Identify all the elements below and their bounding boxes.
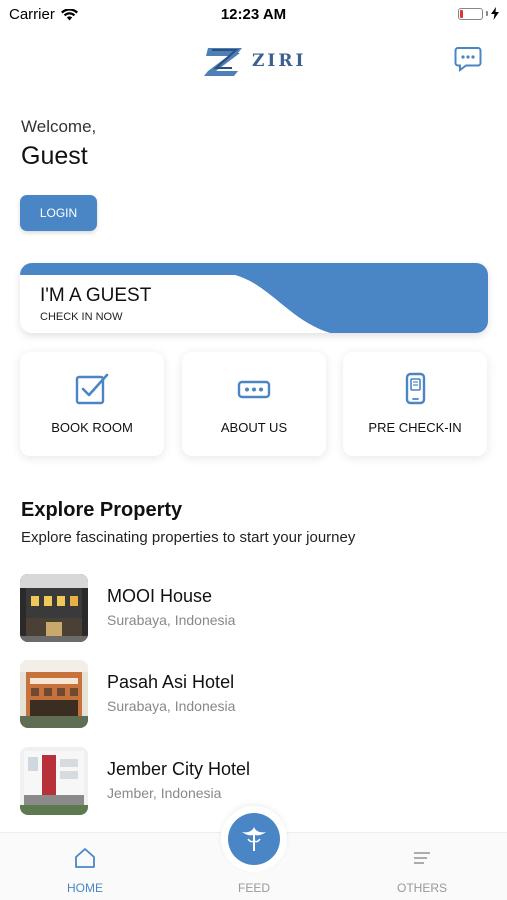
property-location: Jember, Indonesia [107,785,222,801]
ziri-logo-mark-icon [204,48,242,76]
property-thumbnail [20,574,88,642]
property-list-item[interactable]: Pasah Asi Hotel Surabaya, Indonesia [20,660,488,728]
property-location: Surabaya, Indonesia [107,612,236,628]
property-list-item[interactable]: MOOI House Surabaya, Indonesia [20,574,488,642]
tab-feed-label: FEED [237,881,270,895]
battery-level-fill [460,9,464,18]
book-room-card[interactable]: BOOK ROOM [20,352,164,456]
property-name: Jember City Hotel [107,759,251,779]
tab-others[interactable]: OTHERS [362,833,482,900]
battery-icon [458,7,483,20]
guest-check-in-banner[interactable]: I'M A GUEST CHECK IN NOW [20,263,488,333]
pre-check-in-card[interactable]: PRE CHECK-IN [343,352,487,456]
pre-check-in-label: PRE CHECK-IN [368,420,462,435]
status-bar: Carrier 12:23 AM [0,0,507,28]
tab-others-label: OTHERS [396,881,447,895]
home-icon [75,848,95,868]
menu-lines-icon [414,852,430,864]
property-name: MOOI House [107,586,213,606]
banner-title: I'M A GUEST [40,285,152,306]
feed-button[interactable] [228,813,280,865]
mobile-phone-icon [405,372,426,405]
card-dots-icon [237,380,271,399]
charging-bolt-icon [491,7,499,20]
status-time: 12:23 AM [220,6,287,23]
ziri-logo: ZIRI [202,44,306,78]
book-room-label: BOOK ROOM [51,420,133,435]
tab-home-label: HOME [67,881,103,895]
welcome-greeting: Welcome, [21,117,97,136]
checkbox-edit-icon [75,373,109,405]
app-header: ZIRI [0,40,507,82]
explore-title: Explore Property [21,499,183,521]
chat-button[interactable] [454,46,482,72]
property-thumbnail [20,660,88,728]
property-thumbnail [20,747,88,815]
banner-subtitle: CHECK IN NOW [40,311,123,323]
user-name: Guest [21,142,88,170]
property-name: Pasah Asi Hotel [107,672,235,692]
battery-tip [486,11,488,16]
property-location: Surabaya, Indonesia [107,698,236,714]
feed-logo-icon [242,827,266,851]
tab-home[interactable]: HOME [25,833,145,900]
login-button[interactable]: LOGIN [20,195,97,231]
explore-subtitle: Explore fascinating properties to start … [21,529,356,546]
about-us-card[interactable]: ABOUT US [182,352,326,456]
about-us-label: ABOUT US [220,420,288,435]
chat-bubble-icon [454,47,482,72]
battery-indicator [458,7,499,20]
logo-text: ZIRI [252,51,307,71]
property-list-item[interactable]: Jember City Hotel Jember, Indonesia [20,747,488,815]
